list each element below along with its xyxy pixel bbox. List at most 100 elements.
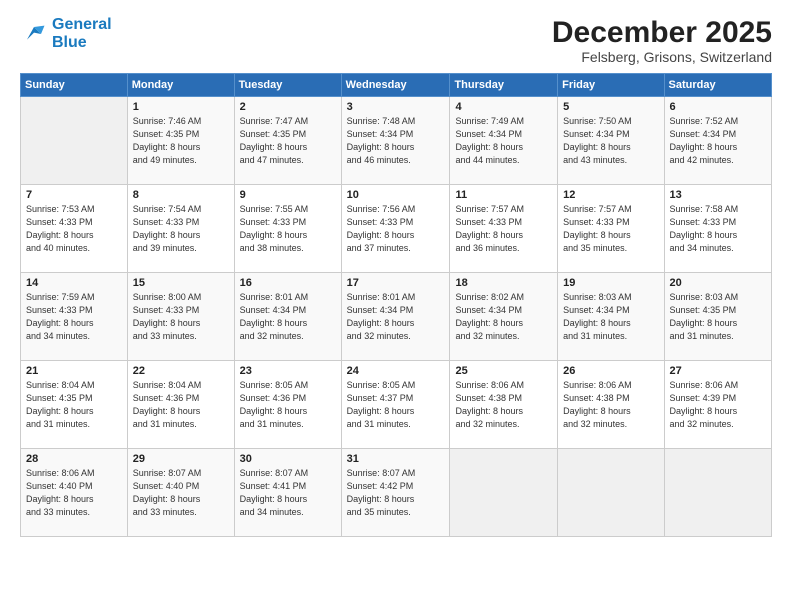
calendar-cell: 29 Sunrise: 8:07 AMSunset: 4:40 PMDayligh…	[127, 449, 234, 537]
day-info: Sunrise: 7:47 AMSunset: 4:35 PMDaylight:…	[240, 115, 336, 167]
day-info: Sunrise: 7:46 AMSunset: 4:35 PMDaylight:…	[133, 115, 229, 167]
day-number: 23	[240, 365, 336, 377]
day-info: Sunrise: 7:49 AMSunset: 4:34 PMDaylight:…	[455, 115, 552, 167]
day-info: Sunrise: 8:03 AMSunset: 4:34 PMDaylight:…	[563, 291, 658, 343]
day-number: 1	[133, 101, 229, 113]
day-number: 4	[455, 101, 552, 113]
calendar-cell: 16 Sunrise: 8:01 AMSunset: 4:34 PMDayligh…	[234, 273, 341, 361]
day-number: 30	[240, 453, 336, 465]
calendar-table: SundayMondayTuesdayWednesdayThursdayFrid…	[20, 73, 772, 537]
day-info: Sunrise: 7:48 AMSunset: 4:34 PMDaylight:…	[347, 115, 445, 167]
day-number: 9	[240, 189, 336, 201]
weekday-header-friday: Friday	[558, 74, 664, 97]
day-number: 15	[133, 277, 229, 289]
calendar-cell: 23 Sunrise: 8:05 AMSunset: 4:36 PMDayligh…	[234, 361, 341, 449]
weekday-header-wednesday: Wednesday	[341, 74, 450, 97]
day-number: 18	[455, 277, 552, 289]
day-number: 17	[347, 277, 445, 289]
day-number: 27	[670, 365, 766, 377]
weekday-header-row: SundayMondayTuesdayWednesdayThursdayFrid…	[21, 74, 772, 97]
day-info: Sunrise: 8:06 AMSunset: 4:39 PMDaylight:…	[670, 379, 766, 431]
calendar-week-row: 7Sunrise: 7:53 AMSunset: 4:33 PMDaylight…	[21, 185, 772, 273]
calendar-cell: 18Sunrise: 8:02 AMSunset: 4:34 PMDayligh…	[450, 273, 558, 361]
title-block: December 2025 Felsberg, Grisons, Switzer…	[552, 16, 772, 65]
day-info: Sunrise: 7:57 AMSunset: 4:33 PMDaylight:…	[563, 203, 658, 255]
calendar-cell	[450, 449, 558, 537]
calendar-cell	[664, 449, 771, 537]
day-info: Sunrise: 7:52 AMSunset: 4:34 PMDaylight:…	[670, 115, 766, 167]
logo-icon	[20, 20, 48, 48]
day-number: 10	[347, 189, 445, 201]
logo-text: General Blue	[52, 16, 112, 51]
day-number: 2	[240, 101, 336, 113]
calendar-cell: 1 Sunrise: 7:46 AMSunset: 4:35 PMDaylight…	[127, 97, 234, 185]
day-info: Sunrise: 8:07 AMSunset: 4:40 PMDaylight:…	[133, 467, 229, 519]
calendar-cell: 2 Sunrise: 7:47 AMSunset: 4:35 PMDaylight…	[234, 97, 341, 185]
day-info: Sunrise: 8:01 AMSunset: 4:34 PMDaylight:…	[347, 291, 445, 343]
calendar-cell: 5 Sunrise: 7:50 AMSunset: 4:34 PMDaylight…	[558, 97, 664, 185]
calendar-week-row: 21Sunrise: 8:04 AMSunset: 4:35 PMDayligh…	[21, 361, 772, 449]
calendar-cell: 8Sunrise: 7:54 AMSunset: 4:33 PMDaylight…	[127, 185, 234, 273]
day-number: 12	[563, 189, 658, 201]
calendar-cell: 17 Sunrise: 8:01 AMSunset: 4:34 PMDayligh…	[341, 273, 450, 361]
weekday-header-tuesday: Tuesday	[234, 74, 341, 97]
calendar-cell: 10 Sunrise: 7:56 AMSunset: 4:33 PMDayligh…	[341, 185, 450, 273]
day-info: Sunrise: 7:59 AMSunset: 4:33 PMDaylight:…	[26, 291, 122, 343]
logo: General Blue	[20, 16, 112, 51]
day-number: 3	[347, 101, 445, 113]
day-number: 13	[670, 189, 766, 201]
day-info: Sunrise: 8:06 AMSunset: 4:38 PMDaylight:…	[563, 379, 658, 431]
month-title: December 2025	[552, 16, 772, 49]
day-number: 16	[240, 277, 336, 289]
day-number: 7	[26, 189, 122, 201]
calendar-cell: 25Sunrise: 8:06 AMSunset: 4:38 PMDayligh…	[450, 361, 558, 449]
day-number: 14	[26, 277, 122, 289]
weekday-header-sunday: Sunday	[21, 74, 128, 97]
calendar-cell: 31 Sunrise: 8:07 AMSunset: 4:42 PMDayligh…	[341, 449, 450, 537]
calendar-cell: 27 Sunrise: 8:06 AMSunset: 4:39 PMDayligh…	[664, 361, 771, 449]
weekday-header-saturday: Saturday	[664, 74, 771, 97]
day-number: 6	[670, 101, 766, 113]
day-number: 28	[26, 453, 122, 465]
day-info: Sunrise: 7:50 AMSunset: 4:34 PMDaylight:…	[563, 115, 658, 167]
calendar-cell: 6 Sunrise: 7:52 AMSunset: 4:34 PMDaylight…	[664, 97, 771, 185]
calendar-cell: 14 Sunrise: 7:59 AMSunset: 4:33 PMDayligh…	[21, 273, 128, 361]
day-number: 5	[563, 101, 658, 113]
day-info: Sunrise: 8:07 AMSunset: 4:42 PMDaylight:…	[347, 467, 445, 519]
day-info: Sunrise: 8:05 AMSunset: 4:36 PMDaylight:…	[240, 379, 336, 431]
day-info: Sunrise: 7:57 AMSunset: 4:33 PMDaylight:…	[455, 203, 552, 255]
calendar-cell	[21, 97, 128, 185]
day-info: Sunrise: 7:58 AMSunset: 4:33 PMDaylight:…	[670, 203, 766, 255]
page: General Blue December 2025 Felsberg, Gri…	[0, 0, 792, 612]
day-number: 29	[133, 453, 229, 465]
day-info: Sunrise: 8:06 AMSunset: 4:40 PMDaylight:…	[26, 467, 122, 519]
day-number: 31	[347, 453, 445, 465]
day-number: 19	[563, 277, 658, 289]
calendar-cell: 21Sunrise: 8:04 AMSunset: 4:35 PMDayligh…	[21, 361, 128, 449]
calendar-cell: 26 Sunrise: 8:06 AMSunset: 4:38 PMDayligh…	[558, 361, 664, 449]
calendar-cell: 4 Sunrise: 7:49 AMSunset: 4:34 PMDaylight…	[450, 97, 558, 185]
day-info: Sunrise: 8:03 AMSunset: 4:35 PMDaylight:…	[670, 291, 766, 343]
calendar-cell: 28 Sunrise: 8:06 AMSunset: 4:40 PMDayligh…	[21, 449, 128, 537]
day-info: Sunrise: 8:00 AMSunset: 4:33 PMDaylight:…	[133, 291, 229, 343]
day-info: Sunrise: 8:01 AMSunset: 4:34 PMDaylight:…	[240, 291, 336, 343]
calendar-cell	[558, 449, 664, 537]
calendar-week-row: 1 Sunrise: 7:46 AMSunset: 4:35 PMDaylight…	[21, 97, 772, 185]
day-info: Sunrise: 7:56 AMSunset: 4:33 PMDaylight:…	[347, 203, 445, 255]
day-number: 25	[455, 365, 552, 377]
calendar-cell: 19 Sunrise: 8:03 AMSunset: 4:34 PMDayligh…	[558, 273, 664, 361]
day-info: Sunrise: 7:55 AMSunset: 4:33 PMDaylight:…	[240, 203, 336, 255]
calendar-cell: 20 Sunrise: 8:03 AMSunset: 4:35 PMDayligh…	[664, 273, 771, 361]
calendar-week-row: 28 Sunrise: 8:06 AMSunset: 4:40 PMDayligh…	[21, 449, 772, 537]
day-info: Sunrise: 8:05 AMSunset: 4:37 PMDaylight:…	[347, 379, 445, 431]
day-number: 11	[455, 189, 552, 201]
day-number: 20	[670, 277, 766, 289]
calendar-cell: 13 Sunrise: 7:58 AMSunset: 4:33 PMDayligh…	[664, 185, 771, 273]
day-info: Sunrise: 8:07 AMSunset: 4:41 PMDaylight:…	[240, 467, 336, 519]
weekday-header-monday: Monday	[127, 74, 234, 97]
day-number: 21	[26, 365, 122, 377]
day-number: 8	[133, 189, 229, 201]
calendar-cell: 12 Sunrise: 7:57 AMSunset: 4:33 PMDayligh…	[558, 185, 664, 273]
day-number: 26	[563, 365, 658, 377]
day-number: 24	[347, 365, 445, 377]
